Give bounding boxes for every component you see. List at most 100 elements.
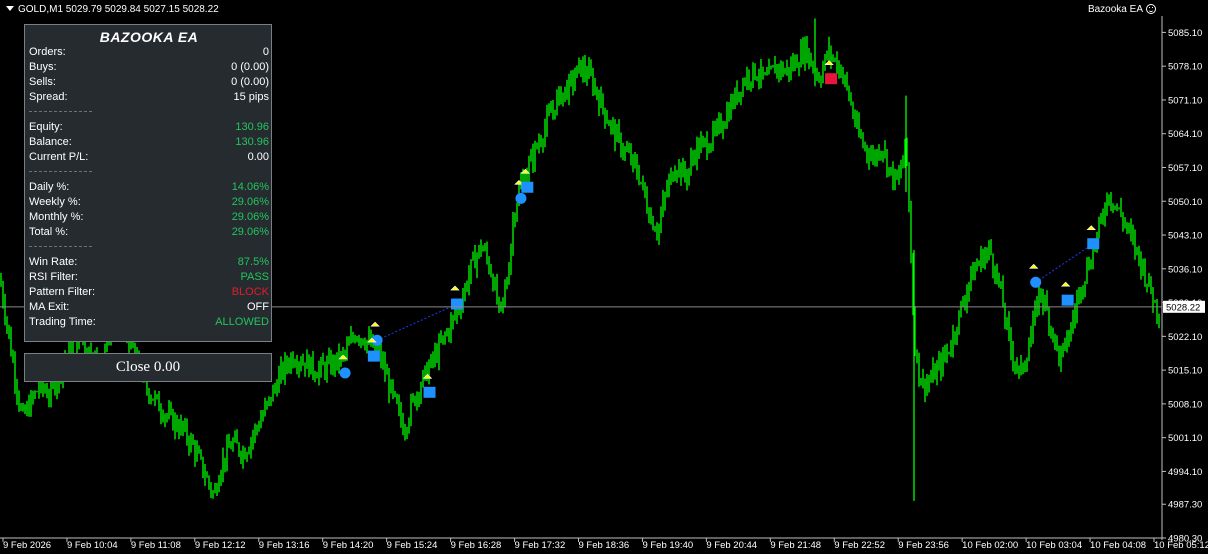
panel-row: Total %: 29.06% [29,225,269,240]
trade-marker-square[interactable] [451,298,464,310]
panel-row: MA Exit: OFF [29,300,269,315]
panel-row-label: Win Rate: [29,256,78,268]
price-tick-label: 5043.10 [1168,231,1202,242]
panel-row-label: Balance: [29,136,72,148]
panel-row-label: Pattern Filter: [29,286,96,298]
time-tick-label: 9 Feb 10:04 [67,540,118,551]
panel-title: BAZOOKA EA [99,29,199,45]
panel-row-label: Monthly %: [29,211,84,223]
dropdown-triangle-icon[interactable] [6,6,14,11]
panel-row-label: Current P/L: [29,151,89,163]
ea-name: Bazooka EA [1087,4,1143,15]
signal-arrow-icon [1086,225,1096,231]
panel-row-value: 15 pips [233,91,269,103]
price-tick-label: 5085.10 [1168,28,1202,39]
time-tick-label: 9 Feb 19:40 [642,540,693,551]
trade-marker-square[interactable] [1061,294,1074,306]
panel-row-value: 0 (0.00) [231,61,269,73]
trade-marker-circle[interactable] [1030,276,1042,288]
trade-markers [338,60,1100,398]
close-all-button[interactable]: Close 0.00 [24,353,272,382]
panel-row-value: 0.00 [247,151,269,163]
panel-row: Orders: 0 [29,45,269,60]
panel-row: Trading Time: ALLOWED [29,315,269,330]
signal-arrow-icon [370,321,380,327]
panel-row-value: 0 (0.00) [231,76,269,88]
panel-row-value: 130.96 [235,136,269,148]
trade-marker-square[interactable] [423,386,436,398]
time-tick-label: 9 Feb 23:56 [898,540,949,551]
panel-row-label: Weekly %: [29,196,81,208]
price-tick-label: 5064.10 [1168,129,1202,140]
trade-connector-lines [376,243,1094,341]
panel-row: Current P/L: 0.00 [29,150,269,165]
panel-row-label: Orders: [29,46,66,58]
panel-row-label: Equity: [29,121,63,133]
price-tick-label: 5057.10 [1168,163,1202,174]
trade-marker-circle[interactable] [515,192,527,204]
trade-marker-square[interactable] [1087,238,1100,250]
panel-row-value: ALLOWED [215,316,269,328]
panel-row: Balance: 130.96 [29,135,269,150]
panel-row-value: 87.5% [237,256,269,268]
time-tick-label: 9 Feb 14:20 [323,540,374,551]
panel-row: Weekly %: 29.06% [29,195,269,210]
trade-marker-circle[interactable] [339,367,351,379]
signal-arrow-icon [1060,281,1071,287]
panel-row-value: OFF [247,301,269,313]
time-tick-label: 9 Feb 21:48 [770,540,821,551]
panel-row-label: Daily %: [29,181,70,193]
signal-arrow-icon [824,60,834,66]
panel-row: Spread: 15 pips [29,90,269,105]
time-tick-label: 9 Feb 2026 [3,540,51,551]
price-tick-label: 5078.10 [1168,62,1202,73]
price-axis: 5085.10 5078.10 5071.10 5064.10 5057.10 5050.… [1161,16,1205,545]
time-tick-label: 10 Feb 05:12 [1154,540,1208,551]
time-tick-label: 9 Feb 15:24 [387,540,438,551]
panel-row-label: Trading Time: [29,316,96,328]
price-tick-label: 4987.30 [1168,500,1202,511]
panel-row: Pattern Filter: BLOCK [29,285,269,300]
panel-row-label: Buys: [29,61,57,73]
time-tick-label: 10 Feb 03:04 [1026,540,1082,551]
panel-row: Win Rate: 87.5% [29,255,269,270]
panel-row-label: MA Exit: [29,301,70,313]
time-tick-label: 10 Feb 04:08 [1090,540,1146,551]
panel-row-label: Sells: [29,76,56,88]
panel-row: Monthly %: 29.06% [29,210,269,225]
panel-row: RSI Filter: PASS [29,270,269,285]
price-tick-label: 4994.10 [1168,467,1202,478]
panel-separator [29,171,92,172]
price-tick-label: 5071.10 [1168,95,1202,106]
price-tick-label: 5036.10 [1168,264,1202,275]
panel-row-value: 130.96 [235,121,269,133]
time-tick-label: 9 Feb 12:12 [195,540,246,551]
panel-row-value: 14.06% [231,181,269,193]
panel-row-value: 0 [262,46,269,58]
signal-arrow-icon [338,354,348,360]
trade-marker-square[interactable] [521,181,534,193]
ea-info-panel: BAZOOKA EA Orders: 0 Buys: 0 (0.00) Sells: 0 … [24,24,272,342]
panel-row-value: 29.06% [231,226,269,238]
price-tick-label: 5050.10 [1168,197,1202,208]
symbol-header: GOLD,M1 5029.79 5029.84 5027.15 5028.22 [6,4,219,15]
trade-marker-square[interactable] [825,73,838,85]
time-tick-label: 10 Feb 02:00 [962,540,1018,551]
panel-row-label: RSI Filter: [29,271,78,283]
price-tick-label: 5015.10 [1168,366,1202,377]
panel-row-value: 29.06% [231,196,269,208]
panel-row: Sells: 0 (0.00) [29,75,269,90]
price-tick-label: 5008.10 [1168,399,1202,410]
panel-row-label: Total %: [29,226,69,238]
panel-separator [29,111,92,112]
smiley-icon [1146,4,1156,14]
ea-indicator: Bazooka EA [1088,4,1156,15]
trade-marker-square[interactable] [367,350,380,362]
panel-row: Buys: 0 (0.00) [29,60,269,75]
trade-connector [1035,243,1094,283]
time-tick-label: 9 Feb 16:28 [451,540,502,551]
panel-row: Equity: 130.96 [29,120,269,135]
symbol-info: GOLD,M1 5029.79 5029.84 5027.15 5028.22 [18,4,219,15]
panel-separator [29,246,92,247]
time-tick-label: 9 Feb 20:44 [706,540,757,551]
